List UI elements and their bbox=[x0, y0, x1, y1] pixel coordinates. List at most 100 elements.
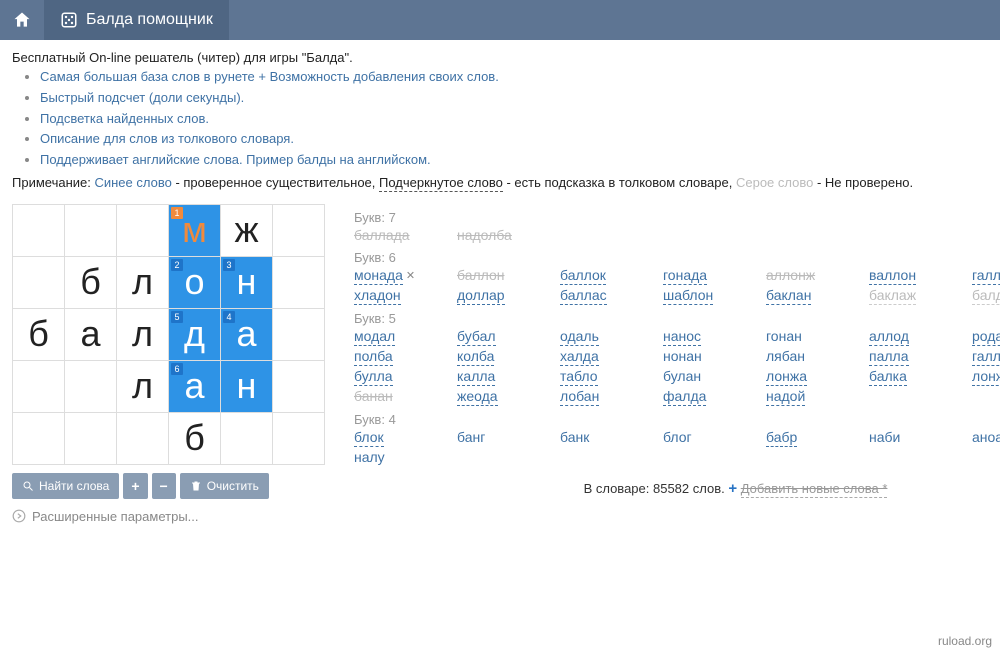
word[interactable]: баллок bbox=[560, 267, 606, 285]
grid-cell[interactable] bbox=[117, 412, 169, 464]
word[interactable]: полба bbox=[354, 348, 393, 366]
advanced-params-toggle[interactable]: Расширенные параметры... bbox=[12, 509, 332, 524]
word[interactable]: хладон bbox=[354, 287, 401, 305]
word[interactable]: монада bbox=[354, 267, 403, 285]
word-cell: баклаж bbox=[869, 287, 964, 305]
word[interactable]: аллод bbox=[869, 328, 909, 346]
grid-cell[interactable]: а6 bbox=[169, 360, 221, 412]
word[interactable]: родан bbox=[972, 328, 1000, 346]
english-example-link[interactable]: Пример балды на английском bbox=[246, 152, 427, 167]
word[interactable]: гонада bbox=[663, 267, 707, 285]
word-cell: галлон bbox=[972, 267, 1000, 285]
grid-cell[interactable] bbox=[273, 360, 325, 412]
legend-line: Примечание: Синее слово - проверенное су… bbox=[12, 175, 988, 190]
grid-cell[interactable]: л bbox=[117, 308, 169, 360]
grid-cell[interactable] bbox=[273, 412, 325, 464]
word[interactable]: балдан bbox=[972, 287, 1000, 305]
grid-cell[interactable]: а4 bbox=[221, 308, 273, 360]
grid-cell[interactable] bbox=[273, 308, 325, 360]
word[interactable]: галлон bbox=[972, 267, 1000, 285]
dictionary-info: В словаре: 85582 слов. + Добавить новые … bbox=[354, 480, 1000, 497]
remove-word-icon[interactable]: ✕ bbox=[406, 269, 415, 282]
grid-cell[interactable] bbox=[273, 204, 325, 256]
word[interactable]: нонан bbox=[663, 348, 702, 365]
word[interactable]: шаблон bbox=[663, 287, 713, 305]
word[interactable]: баллон bbox=[457, 267, 505, 284]
word[interactable]: гонан bbox=[766, 328, 802, 345]
add-words-link[interactable]: Добавить новые слова * bbox=[741, 481, 888, 498]
word[interactable]: баклан bbox=[766, 287, 811, 305]
word[interactable]: лонжа bbox=[972, 368, 1000, 386]
word[interactable]: блок bbox=[354, 429, 384, 447]
word[interactable]: валлон bbox=[869, 267, 916, 285]
word[interactable]: бабр bbox=[766, 429, 797, 447]
word[interactable]: лонжа bbox=[766, 368, 807, 386]
word[interactable]: балка bbox=[869, 368, 907, 386]
word[interactable]: аноа bbox=[972, 429, 1000, 446]
dice-icon bbox=[60, 11, 78, 29]
word[interactable]: лобан bbox=[560, 388, 599, 406]
word[interactable]: банк bbox=[560, 429, 589, 446]
grid-cell[interactable]: н3 bbox=[221, 256, 273, 308]
grid-cell[interactable]: а bbox=[65, 308, 117, 360]
word[interactable]: надой bbox=[766, 388, 805, 406]
word[interactable]: наби bbox=[869, 429, 900, 446]
grid-cell[interactable] bbox=[117, 204, 169, 256]
word[interactable]: булла bbox=[354, 368, 393, 386]
word[interactable]: колба bbox=[457, 348, 494, 366]
word[interactable]: налу bbox=[354, 449, 385, 466]
word[interactable]: лябан bbox=[766, 348, 805, 365]
word[interactable]: фалда bbox=[663, 388, 706, 406]
grid-cell[interactable] bbox=[13, 412, 65, 464]
clear-button[interactable]: Очистить bbox=[180, 473, 269, 499]
word[interactable]: баклаж bbox=[869, 287, 916, 305]
word[interactable]: палла bbox=[869, 348, 909, 366]
grid-cell[interactable] bbox=[13, 256, 65, 308]
word[interactable]: баллада bbox=[354, 227, 410, 244]
game-grid[interactable]: м1жбло2н3балд5а4ла6нб bbox=[12, 204, 325, 465]
grid-cell[interactable]: о2 bbox=[169, 256, 221, 308]
word-cell: монада✕ bbox=[354, 267, 449, 285]
grid-cell[interactable] bbox=[13, 360, 65, 412]
word[interactable]: блог bbox=[663, 429, 692, 446]
word[interactable]: калла bbox=[457, 368, 495, 386]
word[interactable]: баллас bbox=[560, 287, 607, 305]
grid-cell[interactable]: б bbox=[65, 256, 117, 308]
home-button[interactable] bbox=[0, 0, 44, 40]
word[interactable]: модал bbox=[354, 328, 395, 346]
grid-cell[interactable] bbox=[273, 256, 325, 308]
word[interactable]: надолба bbox=[457, 227, 512, 244]
word[interactable]: аллонж bbox=[766, 267, 815, 284]
word[interactable]: бубал bbox=[457, 328, 496, 346]
grid-cell[interactable]: л bbox=[117, 256, 169, 308]
word[interactable]: нанос bbox=[663, 328, 701, 346]
grid-cell[interactable] bbox=[65, 360, 117, 412]
word[interactable]: галла bbox=[972, 348, 1000, 366]
word[interactable]: табло bbox=[560, 368, 598, 386]
word[interactable]: доллар bbox=[457, 287, 505, 305]
grid-plus-button[interactable]: + bbox=[123, 473, 147, 499]
find-words-button[interactable]: Найти слова bbox=[12, 473, 119, 499]
grid-cell[interactable] bbox=[221, 412, 273, 464]
grid-cell[interactable]: д5 bbox=[169, 308, 221, 360]
grid-cell[interactable]: л bbox=[117, 360, 169, 412]
word[interactable]: булан bbox=[663, 368, 701, 385]
word-cell: банк bbox=[560, 429, 655, 447]
grid-minus-button[interactable]: − bbox=[152, 473, 176, 499]
word[interactable]: банг bbox=[457, 429, 485, 446]
grid-cell[interactable]: б bbox=[13, 308, 65, 360]
word[interactable]: жеода bbox=[457, 388, 498, 406]
grid-cell[interactable] bbox=[13, 204, 65, 256]
grid-cell[interactable] bbox=[65, 412, 117, 464]
grid-cell[interactable]: н bbox=[221, 360, 273, 412]
word[interactable]: одаль bbox=[560, 328, 599, 346]
word[interactable]: банан bbox=[354, 388, 393, 405]
plus-icon: + bbox=[728, 480, 737, 497]
feature-item: Самая большая база слов в рунете + Возмо… bbox=[40, 67, 988, 88]
grid-cell[interactable] bbox=[65, 204, 117, 256]
word[interactable]: халда bbox=[560, 348, 599, 366]
grid-cell[interactable]: б bbox=[169, 412, 221, 464]
word-cell: халда bbox=[560, 348, 655, 366]
grid-cell[interactable]: м1 bbox=[169, 204, 221, 256]
grid-cell[interactable]: ж bbox=[221, 204, 273, 256]
